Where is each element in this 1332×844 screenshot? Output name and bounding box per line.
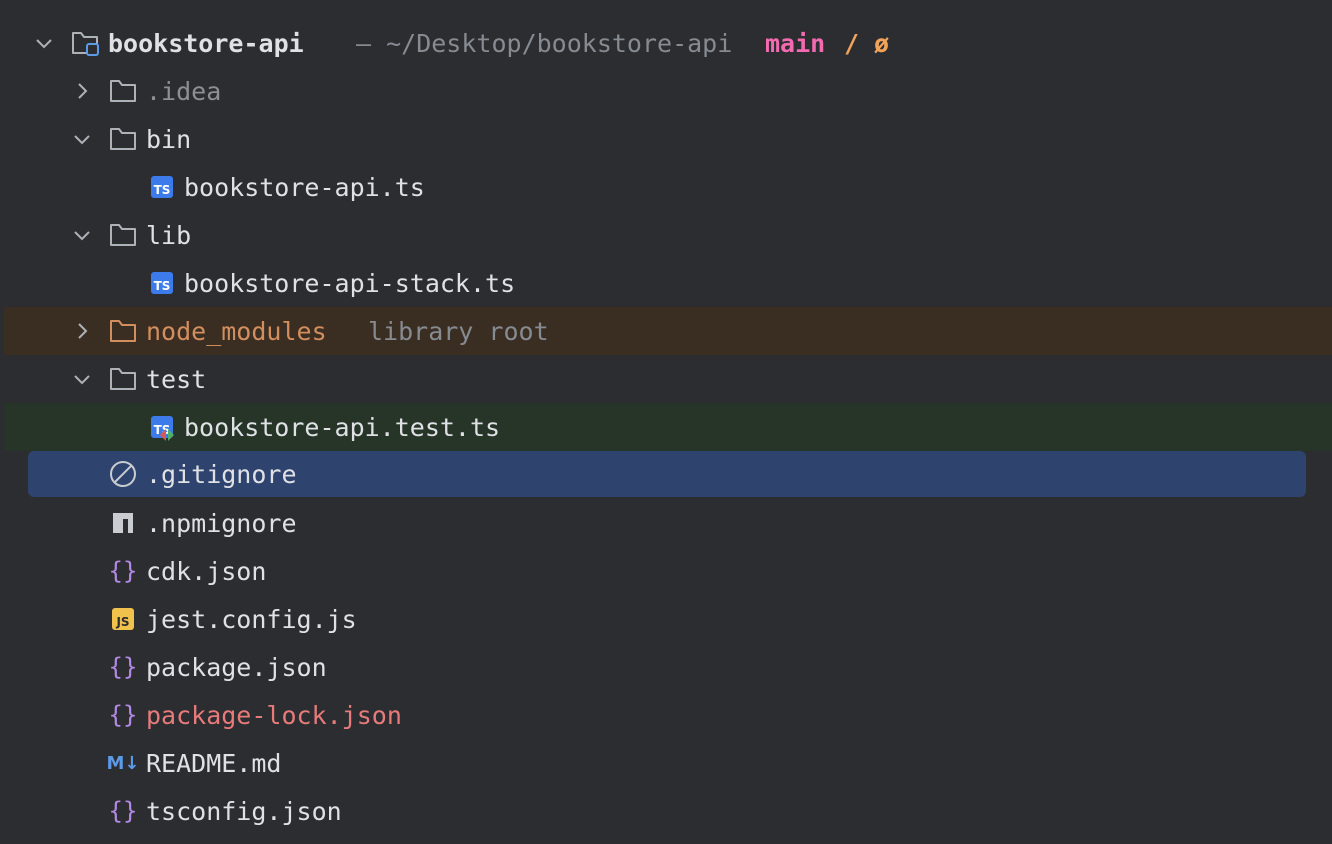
tree-node-label: bookstore-api-stack.ts (184, 268, 516, 298)
tree-node-label: README.md (146, 748, 282, 778)
json-file-icon: {} (108, 557, 138, 585)
project-tool-window: bookstore-api – ~/Desktop/bookstore-api … (0, 0, 1332, 844)
tree-node-npmignore[interactable]: .npmignore (0, 499, 1332, 547)
json-file-icon: {} (108, 701, 138, 729)
folder-icon (108, 124, 138, 154)
tree-node-node-modules[interactable]: node_modules library root (4, 307, 1332, 355)
tree-node-label: tsconfig.json (146, 796, 342, 826)
tree-node-label: bookstore-api.test.ts (184, 412, 501, 442)
tree-node-label: bookstore-api.ts (184, 172, 425, 202)
tree-node-label: .npmignore (146, 508, 297, 538)
tree-node-label: node_modules (146, 316, 327, 346)
chevron-down-icon[interactable] (33, 32, 55, 54)
ignore-file-icon (108, 459, 138, 489)
tree-node-label: package-lock.json (146, 700, 402, 730)
javascript-file-icon: JS (108, 604, 138, 634)
tree-node-gitignore[interactable]: .gitignore (28, 451, 1306, 497)
folder-icon (108, 364, 138, 394)
json-file-icon: {} (108, 797, 138, 825)
tree-node-idea[interactable]: .idea (0, 67, 1332, 115)
npm-file-icon (108, 508, 138, 538)
project-path: – ~/Desktop/bookstore-api (356, 28, 733, 58)
tree-node-test[interactable]: test (0, 355, 1332, 403)
tree-node-package-lock[interactable]: {} package-lock.json (0, 691, 1332, 739)
project-name: bookstore-api (108, 28, 304, 58)
tree-node-test-file[interactable]: TS bookstore-api.test.ts (4, 403, 1332, 451)
markdown-file-icon: M↓ (106, 752, 140, 774)
tree-node-label: jest.config.js (146, 604, 357, 634)
chevron-down-icon[interactable] (71, 128, 93, 150)
chevron-right-icon[interactable] (71, 80, 93, 102)
tree-node-label: lib (146, 220, 192, 250)
tree-node-label: .idea (146, 76, 222, 106)
folder-icon (108, 220, 138, 250)
tree-node-tsconfig[interactable]: {} tsconfig.json (0, 787, 1332, 835)
folder-icon (108, 76, 138, 106)
tree-node-project-root[interactable]: bookstore-api – ~/Desktop/bookstore-api … (0, 19, 1332, 67)
typescript-file-icon: TS (147, 172, 177, 202)
tree-node-lib[interactable]: lib (0, 211, 1332, 259)
chevron-right-icon[interactable] (71, 320, 93, 342)
tree-node-bin[interactable]: bin (0, 115, 1332, 163)
json-file-icon: {} (108, 653, 138, 681)
tree-node-label: package.json (146, 652, 327, 682)
git-branch: main (765, 28, 826, 58)
tree-node-cdk-json[interactable]: {} cdk.json (0, 547, 1332, 595)
project-folder-icon (70, 28, 100, 58)
tree-node-label: test (146, 364, 207, 394)
library-folder-icon (108, 316, 138, 346)
library-root-hint: library root (368, 316, 549, 346)
tree-node-label: cdk.json (146, 556, 267, 586)
typescript-file-icon: TS (147, 268, 177, 298)
tree-node-lib-file[interactable]: TS bookstore-api-stack.ts (0, 259, 1332, 307)
tree-node-readme[interactable]: M↓ README.md (0, 739, 1332, 787)
tree-node-label: .gitignore (146, 459, 297, 489)
typescript-test-file-icon: TS (147, 412, 177, 442)
tree-node-bin-file[interactable]: TS bookstore-api.ts (0, 163, 1332, 211)
tree-node-label: bin (146, 124, 192, 154)
tree-node-package-json[interactable]: {} package.json (0, 643, 1332, 691)
branch-separator: / (844, 28, 860, 58)
chevron-down-icon[interactable] (71, 368, 93, 390)
vcs-status: ø (874, 28, 890, 58)
tree-node-jest-config[interactable]: JS jest.config.js (0, 595, 1332, 643)
chevron-down-icon[interactable] (71, 224, 93, 246)
